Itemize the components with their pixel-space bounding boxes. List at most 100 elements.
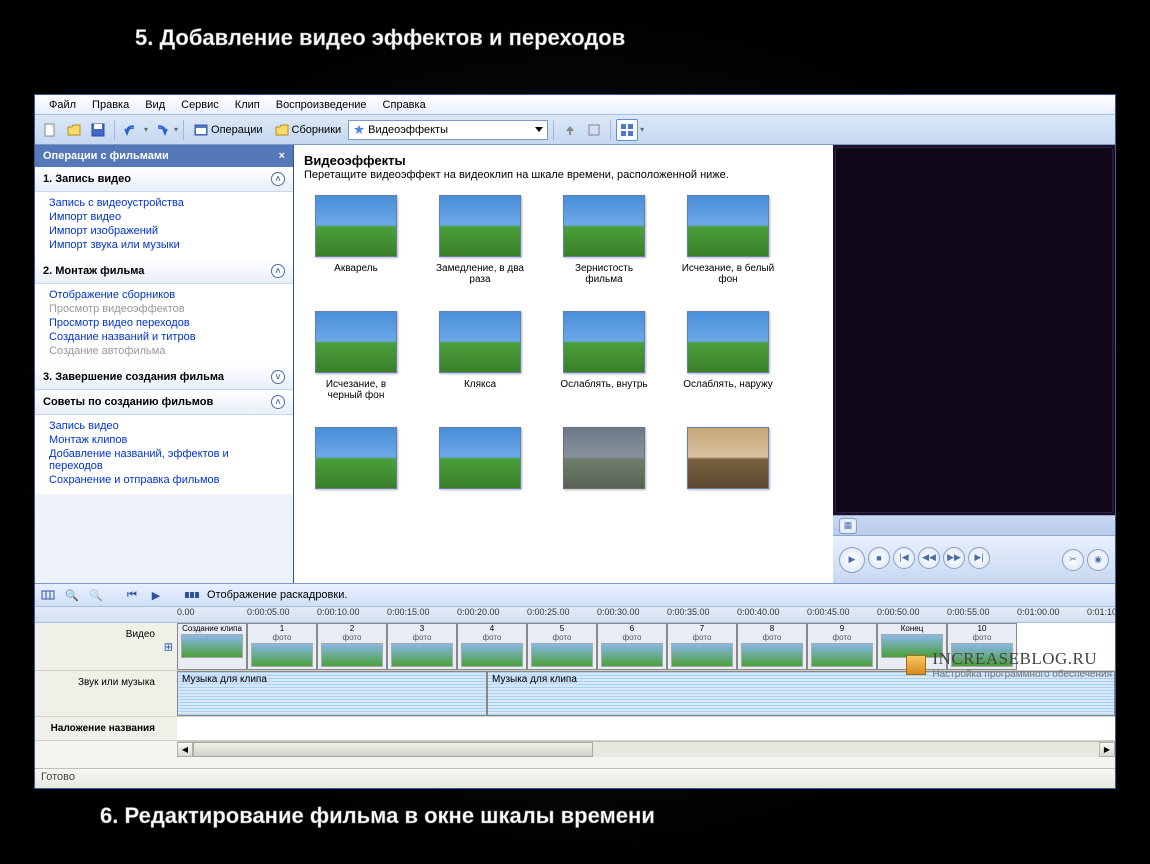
scroll-left-icon[interactable]: ◀: [177, 742, 193, 757]
new-button[interactable]: [39, 119, 61, 141]
properties-button[interactable]: [583, 119, 605, 141]
prev-button[interactable]: |◀: [893, 547, 915, 569]
timeline-toolbar: 🔍 🔍 ⏮ ▶ Отображение раскадровки.: [35, 583, 1115, 607]
video-track-label: Видео⊞: [35, 623, 177, 670]
menu-clip[interactable]: Клип: [227, 97, 268, 113]
effect-item[interactable]: [556, 427, 652, 495]
view-button[interactable]: [616, 119, 638, 141]
task-section-finish[interactable]: 3. Завершение создания фильма˅: [35, 365, 293, 390]
menu-view[interactable]: Вид: [137, 97, 173, 113]
stop-button[interactable]: ■: [868, 547, 890, 569]
menu-edit[interactable]: Правка: [84, 97, 137, 113]
slide-title: 5. Добавление видео эффектов и переходов: [135, 25, 625, 51]
effect-thumbnail: [563, 427, 645, 489]
time-ruler[interactable]: 0.000:00:05.000:00:10.000:00:15.000:00:2…: [35, 607, 1115, 623]
chevron-up-icon: ˄: [271, 395, 285, 409]
undo-button[interactable]: [120, 119, 142, 141]
storyboard-icon[interactable]: [183, 586, 201, 604]
effect-thumbnail: [439, 195, 521, 257]
link-show-collections[interactable]: Отображение сборников: [49, 289, 279, 301]
effect-thumbnail: [563, 195, 645, 257]
tasks-icon: [194, 123, 208, 137]
expand-track-icon[interactable]: ⊞: [164, 640, 173, 653]
rewind-button[interactable]: ◀◀: [918, 547, 940, 569]
video-clip[interactable]: 6фото: [597, 623, 667, 670]
effect-item[interactable]: [308, 427, 404, 495]
effect-item[interactable]: Зернистость фильма: [556, 195, 652, 285]
collections-button[interactable]: Сборники: [270, 121, 347, 139]
effect-item[interactable]: Исчезание, в белый фон: [680, 195, 776, 285]
video-clip[interactable]: Создание клипа: [177, 623, 247, 670]
zoom-in-icon[interactable]: 🔍: [63, 586, 81, 604]
task-section-tips[interactable]: Советы по созданию фильмов˄: [35, 390, 293, 415]
redo-button[interactable]: [150, 119, 172, 141]
play-timeline-button[interactable]: ▶: [147, 586, 165, 604]
rewind-timeline-button[interactable]: ⏮: [123, 586, 141, 604]
link-tip-edit[interactable]: Монтаж клипов: [49, 434, 279, 446]
effect-item[interactable]: Замедление, в два раза: [432, 195, 528, 285]
effect-thumbnail: [315, 427, 397, 489]
split-clip-button[interactable]: ✂: [1062, 549, 1084, 571]
link-view-effects: Просмотр видеоэффектов: [49, 303, 279, 315]
audio-track-label: Звук или музыка: [35, 671, 177, 716]
link-tip-titles[interactable]: Добавление названий, эффектов и переходо…: [49, 448, 279, 472]
link-view-transitions[interactable]: Просмотр видео переходов: [49, 317, 279, 329]
task-section-edit[interactable]: 2. Монтаж фильма˄: [35, 259, 293, 284]
time-mark: 0:00:20.00: [457, 607, 527, 622]
title-track-label: Наложение названия: [35, 717, 177, 740]
next-button[interactable]: ▶|: [968, 547, 990, 569]
link-tip-capture[interactable]: Запись видео: [49, 420, 279, 432]
audio-clip[interactable]: Музыка для клипа: [177, 671, 487, 716]
nav-up-button[interactable]: [559, 119, 581, 141]
link-tip-save[interactable]: Сохранение и отправка фильмов: [49, 474, 279, 486]
video-clip[interactable]: 4фото: [457, 623, 527, 670]
effect-label: Ослаблять, наружу: [683, 379, 773, 390]
effect-item[interactable]: [680, 427, 776, 495]
video-clip[interactable]: 3фото: [387, 623, 457, 670]
menu-tools[interactable]: Сервис: [173, 97, 227, 113]
video-clip[interactable]: 1фото: [247, 623, 317, 670]
link-import-video[interactable]: Импорт видео: [49, 211, 279, 223]
video-clip[interactable]: 5фото: [527, 623, 597, 670]
menu-play[interactable]: Воспроизведение: [268, 97, 375, 113]
scrollbar-thumb[interactable]: [193, 742, 593, 757]
split-button[interactable]: ▦: [839, 518, 857, 534]
play-button[interactable]: ▶: [839, 547, 865, 573]
horizontal-scrollbar[interactable]: ◀ ▶: [177, 741, 1115, 757]
storyboard-label[interactable]: Отображение раскадровки.: [207, 589, 347, 601]
snapshot-button[interactable]: ◉: [1087, 549, 1109, 571]
time-mark: 0:00:25.00: [527, 607, 597, 622]
effect-item[interactable]: [432, 427, 528, 495]
save-button[interactable]: [87, 119, 109, 141]
video-clip[interactable]: 8фото: [737, 623, 807, 670]
taskpane: Операции с фильмами × 1. Запись видео˄ З…: [35, 145, 293, 583]
forward-button[interactable]: ▶▶: [943, 547, 965, 569]
tasks-button[interactable]: Операции: [189, 121, 267, 139]
menu-file[interactable]: Файл: [41, 97, 84, 113]
effect-thumbnail: [439, 311, 521, 373]
video-clip[interactable]: 7фото: [667, 623, 737, 670]
time-mark: 0:00:55.00: [947, 607, 1017, 622]
video-clip[interactable]: 2фото: [317, 623, 387, 670]
effect-item[interactable]: Исчезание, в черный фон: [308, 311, 404, 401]
effect-item[interactable]: Ослаблять, внутрь: [556, 311, 652, 401]
collection-select[interactable]: Видеоэффекты: [348, 120, 548, 140]
effect-item[interactable]: Акварель: [308, 195, 404, 285]
timeline-view-icon[interactable]: [39, 586, 57, 604]
open-button[interactable]: [63, 119, 85, 141]
task-section-capture[interactable]: 1. Запись видео˄: [35, 167, 293, 192]
link-capture-device[interactable]: Запись с видеоустройства: [49, 197, 279, 209]
effect-label: Замедление, в два раза: [432, 263, 528, 285]
link-import-audio[interactable]: Импорт звука или музыки: [49, 239, 279, 251]
video-clip[interactable]: 9фото: [807, 623, 877, 670]
close-icon[interactable]: ×: [279, 150, 285, 162]
zoom-out-icon[interactable]: 🔍: [87, 586, 105, 604]
menu-help[interactable]: Справка: [375, 97, 434, 113]
title-track[interactable]: [177, 717, 1115, 740]
effect-item[interactable]: Ослаблять, наружу: [680, 311, 776, 401]
preview-controls: ▶ ■ |◀ ◀◀ ▶▶ ▶| ✂ ◉: [833, 535, 1115, 583]
link-make-titles[interactable]: Создание названий и титров: [49, 331, 279, 343]
scroll-right-icon[interactable]: ▶: [1099, 742, 1115, 757]
effect-item[interactable]: Клякса: [432, 311, 528, 401]
link-import-images[interactable]: Импорт изображений: [49, 225, 279, 237]
